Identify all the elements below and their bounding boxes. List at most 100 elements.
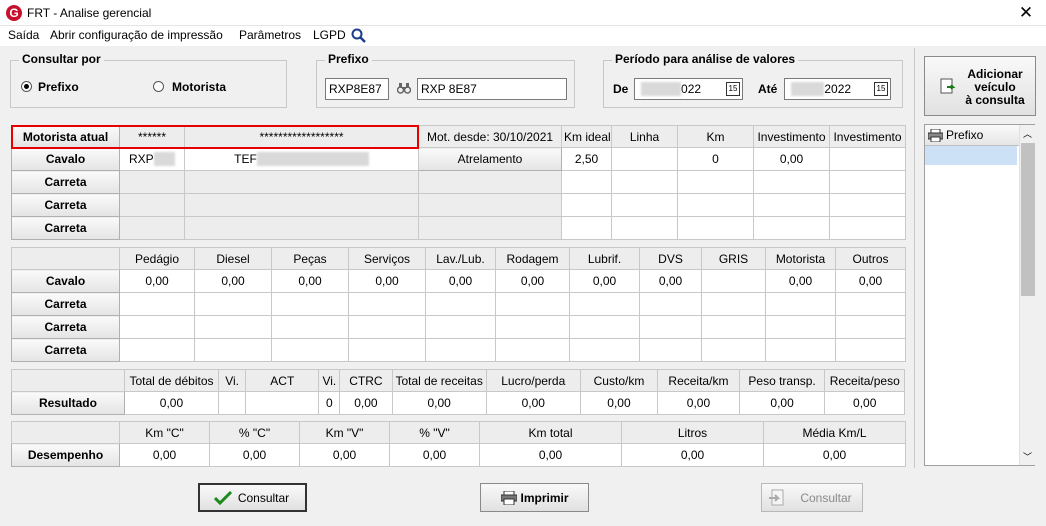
value-total-debitos: 0,00 — [123, 391, 220, 415]
prefixo-display-input[interactable]: RXP 8E87 — [417, 78, 567, 100]
menu-parametros[interactable]: Parâmetros — [239, 28, 301, 42]
row-desempenho-label[interactable]: Desempenho — [11, 443, 120, 467]
table-row: Carreta — [11, 170, 906, 194]
prefixo-legend: Prefixo — [325, 52, 372, 66]
value-vi-1 — [218, 391, 247, 415]
calendar-icon[interactable]: 15 — [726, 82, 740, 96]
date-from-year: 022 — [681, 82, 702, 96]
radio-motorista[interactable] — [153, 81, 164, 92]
periodo-legend: Período para análise de valores — [612, 52, 799, 66]
menu-lgpd[interactable]: LGPD — [313, 28, 346, 42]
row-carreta-label[interactable]: Carreta — [11, 338, 120, 362]
app-logo-icon: G — [6, 5, 22, 21]
row-cavalo-label[interactable]: Cavalo — [11, 269, 120, 293]
value-ctrc: 0,00 — [339, 391, 393, 415]
value-outros: 0,00 — [835, 269, 906, 293]
consultar-disabled-button[interactable]: Consultar — [761, 483, 863, 512]
header-pecas: Peças — [271, 247, 349, 270]
value-peso-transp: 0,00 — [738, 391, 826, 415]
prefixo-list-panel[interactable]: Prefixo ︿ ﹀ — [924, 124, 1035, 466]
search-icon[interactable] — [350, 27, 368, 43]
header-rodagem: Rodagem — [495, 247, 570, 270]
costs-table: Pedágio Diesel Peças Serviços Lav./Lub. … — [11, 247, 906, 362]
chevron-up-icon[interactable]: ︿ — [1023, 127, 1032, 140]
value-receita-peso: 0,00 — [824, 391, 905, 415]
header-dvs: DVS — [639, 247, 702, 270]
header-lav-lub: Lav./Lub. — [425, 247, 496, 270]
desempenho-header-row: Km "C" % "C" Km "V" % "V" Km total Litro… — [11, 421, 906, 444]
header-custo-km: Custo/km — [579, 369, 659, 392]
date-to-year: 2022 — [824, 82, 852, 96]
row-carreta-label[interactable]: Carreta — [11, 193, 120, 217]
date-to-input[interactable]: 00/00/2022 15 — [784, 78, 891, 100]
table-row: Cavalo 0,00 0,00 0,00 0,00 0,00 0,00 0,0… — [11, 269, 906, 293]
header-outros: Outros — [835, 247, 906, 270]
window-title: FRT - Analise gerencial — [27, 6, 152, 20]
row-cavalo-label[interactable]: Cavalo — [11, 147, 120, 171]
header-pct-v: % "V" — [389, 421, 480, 444]
table-row: Carreta — [11, 292, 906, 316]
value-act — [245, 391, 320, 415]
close-button[interactable]: ✕ — [1014, 2, 1038, 24]
row-carreta-label[interactable]: Carreta — [11, 292, 120, 316]
value-servicos: 0,00 — [348, 269, 426, 293]
cavalo-name-cell: TEFEEEEEEEEEEEEEE — [184, 147, 419, 171]
table-row: Carreta — [11, 216, 906, 240]
value-km-total: 0,00 — [479, 443, 622, 467]
value-pedagio: 0,00 — [119, 269, 195, 293]
header-pedagio: Pedágio — [119, 247, 195, 270]
header-act: ACT — [245, 369, 320, 392]
row-carreta-label[interactable]: Carreta — [11, 170, 120, 194]
menu-bar: Saída Abrir configuração de impressão Pa… — [0, 26, 1046, 46]
consultar-disabled-label: Consultar — [800, 491, 852, 505]
consultar-button[interactable]: Consultar — [198, 483, 307, 512]
header-litros: Litros — [621, 421, 764, 444]
value-km-v: 0,00 — [299, 443, 390, 467]
header-ctrc: CTRC — [339, 369, 393, 392]
value-pecas: 0,00 — [271, 269, 349, 293]
value-lav-lub: 0,00 — [425, 269, 496, 293]
header-motorista: Motorista — [765, 247, 836, 270]
header-pct-c: % "C" — [209, 421, 300, 444]
value-media-km-l: 0,00 — [763, 443, 906, 467]
title-bar: G FRT - Analise gerencial ✕ — [0, 0, 1046, 26]
date-from-input[interactable]: 00/00/2022 15 — [634, 78, 743, 100]
radio-prefixo[interactable] — [21, 81, 32, 92]
value-pct-v: 0,00 — [389, 443, 480, 467]
radio-motorista-label[interactable]: Motorista — [172, 80, 226, 94]
cavalo-prefix: RXP — [128, 152, 154, 166]
list-item[interactable] — [925, 146, 1017, 165]
cavalo-km: 0 — [677, 147, 754, 171]
row-carreta-label[interactable]: Carreta — [11, 216, 120, 240]
consultar-button-label: Consultar — [237, 491, 290, 505]
add-vehicle-label-1: Adicionar — [967, 67, 1023, 81]
add-vehicle-button[interactable]: Adicionar veículo à consulta — [924, 56, 1036, 116]
value-gris — [701, 269, 766, 293]
imprimir-button[interactable]: Imprimir — [480, 483, 589, 512]
cavalo-investimento-2 — [829, 147, 906, 171]
prefixo-list-header[interactable]: Prefixo — [925, 125, 1019, 146]
value-rodagem: 0,00 — [495, 269, 570, 293]
cavalo-prefix-cell: RXP8E8 — [119, 147, 185, 171]
add-vehicle-label-3: à consulta — [965, 93, 1025, 107]
vertical-scrollbar[interactable]: ︿ ﹀ — [1019, 125, 1035, 465]
header-investimento-2: Investimento — [829, 125, 906, 148]
value-dvs: 0,00 — [639, 269, 702, 293]
row-resultado-label[interactable]: Resultado — [11, 391, 125, 415]
vehicle-table: Motorista atual ****** *****************… — [11, 125, 906, 240]
radio-prefixo-label[interactable]: Prefixo — [38, 80, 79, 94]
prefixo-code-input[interactable]: RXP8E87 — [325, 78, 389, 100]
atrelamento-button[interactable]: Atrelamento — [418, 147, 562, 171]
vertical-separator — [914, 48, 915, 468]
binoculars-icon[interactable] — [397, 81, 411, 95]
menu-saida[interactable]: Saída — [8, 28, 39, 42]
costs-header-row: Pedágio Diesel Peças Serviços Lav./Lub. … — [11, 247, 906, 270]
scrollbar-thumb[interactable] — [1021, 143, 1035, 296]
header-linha: Linha — [611, 125, 678, 148]
row-carreta-label[interactable]: Carreta — [11, 315, 120, 339]
calendar-icon[interactable]: 15 — [874, 82, 888, 96]
menu-abrir-configuracao[interactable]: Abrir configuração de impressão — [50, 28, 223, 42]
table-row: Carreta — [11, 315, 906, 339]
motorista-mask-1: ****** — [119, 125, 185, 148]
chevron-down-icon[interactable]: ﹀ — [1023, 450, 1032, 463]
